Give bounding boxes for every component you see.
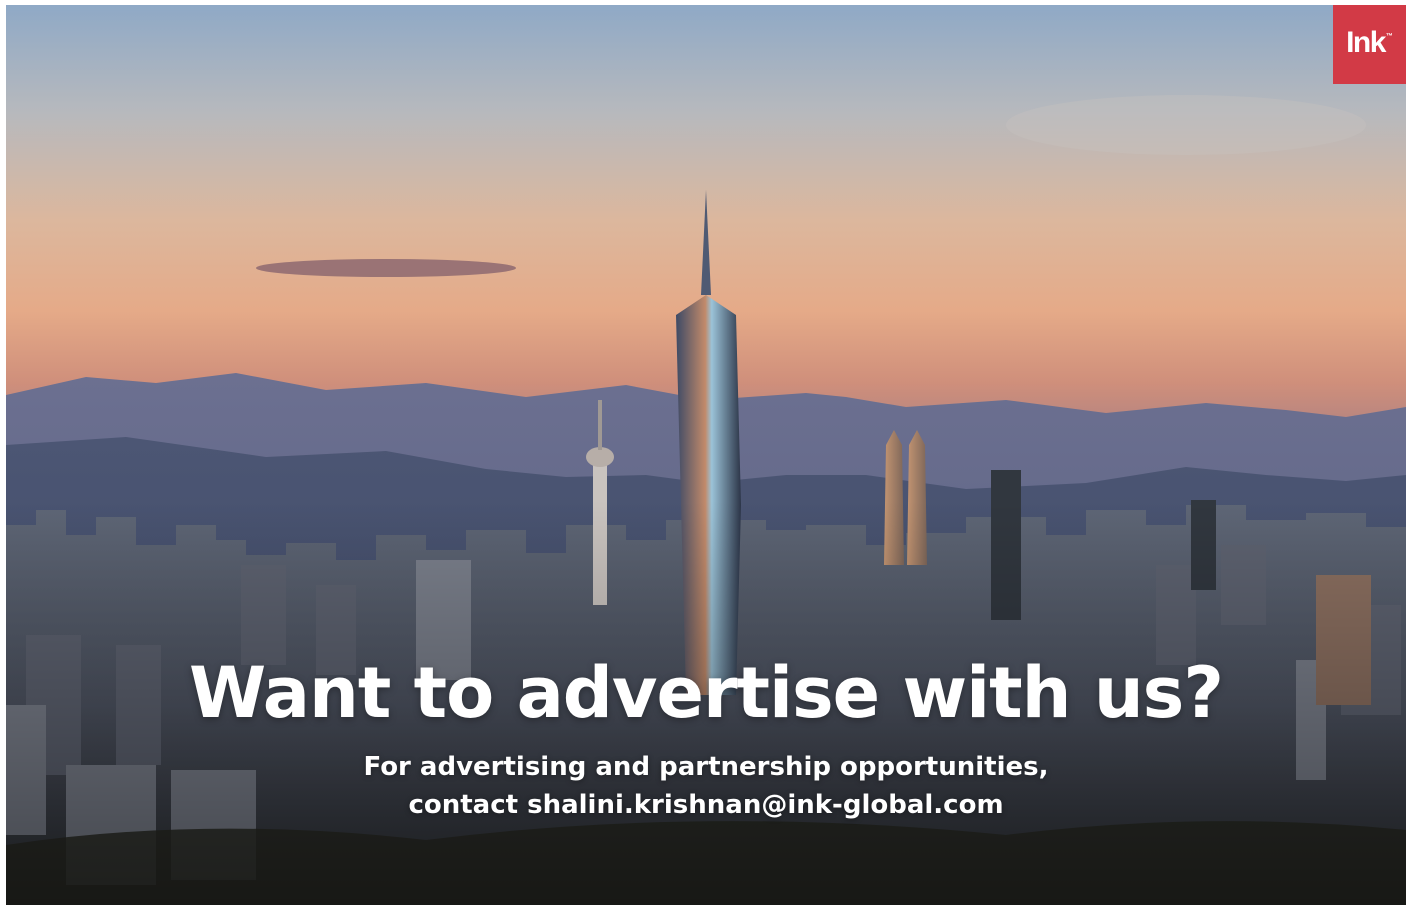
ink-logo: Ink ™ [1333,5,1406,84]
ink-logo-text: Ink [1346,25,1386,59]
advert-headline: Want to advertise with us? [189,652,1224,734]
advert-banner: Want to advertise with us? For advertisi… [6,5,1406,905]
trademark-mark: ™ [1385,33,1393,40]
advert-subtext-line-2: contact shalini.krishnan@ink-global.com [408,790,1004,820]
advert-subtext-line-1: For advertising and partnership opportun… [363,752,1049,782]
